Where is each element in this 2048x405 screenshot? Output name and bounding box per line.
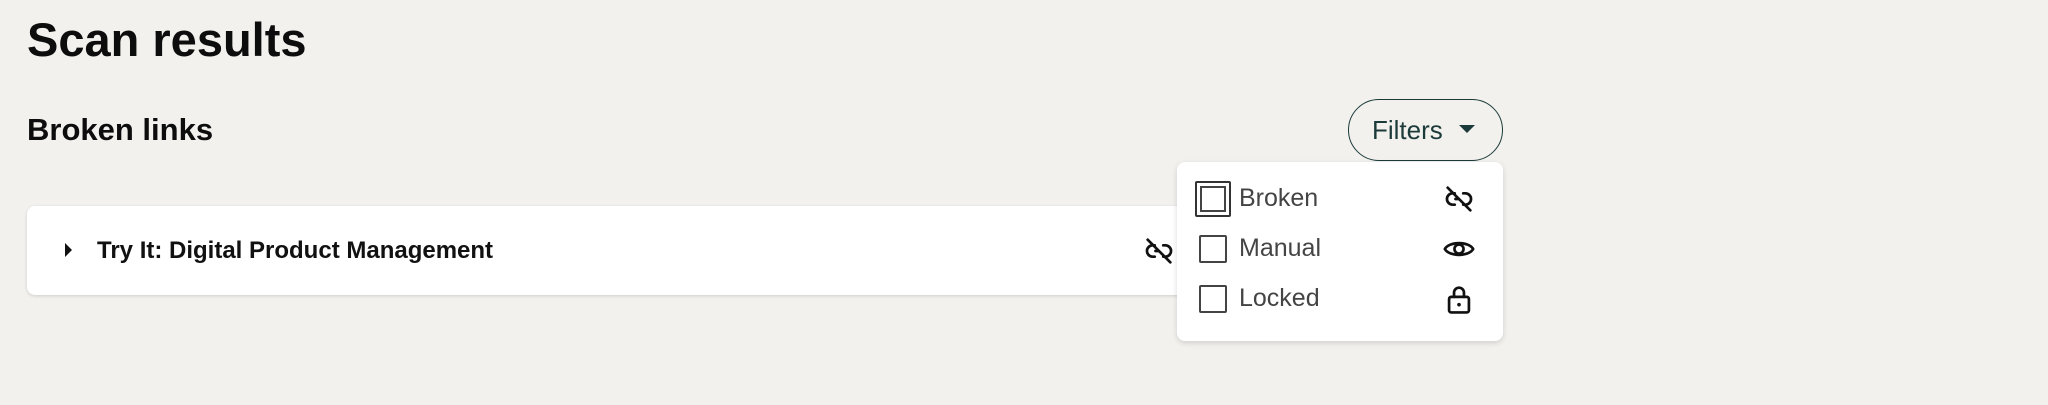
filters-button-label: Filters [1372,115,1443,145]
manual-checkbox[interactable] [1199,235,1227,263]
broken-link-icon [1445,186,1473,212]
chevron-down-icon [1459,125,1475,133]
filter-options-list: Broken Manual Locked [1177,162,1503,341]
expand-caret-icon[interactable] [65,243,72,257]
filter-option-label: Locked [1239,284,1320,312]
filter-option-label: Manual [1239,234,1321,262]
lock-icon [1447,286,1471,314]
result-card: Try It: Digital Product Management [27,206,1277,295]
filter-option-broken[interactable]: Broken [1177,174,1503,222]
filter-option-locked[interactable]: Locked [1177,274,1503,322]
filter-option-label: Broken [1239,184,1319,212]
broken-checkbox[interactable] [1195,181,1231,217]
page-title: Scan results [27,13,307,66]
broken-link-icon [1145,238,1173,264]
section-title-broken-links: Broken links [27,112,214,147]
eye-icon [1443,241,1475,257]
filter-option-manual[interactable]: Manual [1177,224,1503,272]
result-title[interactable]: Try It: Digital Product Management [97,236,493,266]
locked-checkbox[interactable] [1199,285,1227,313]
filters-button[interactable]: Filters [1348,99,1503,161]
